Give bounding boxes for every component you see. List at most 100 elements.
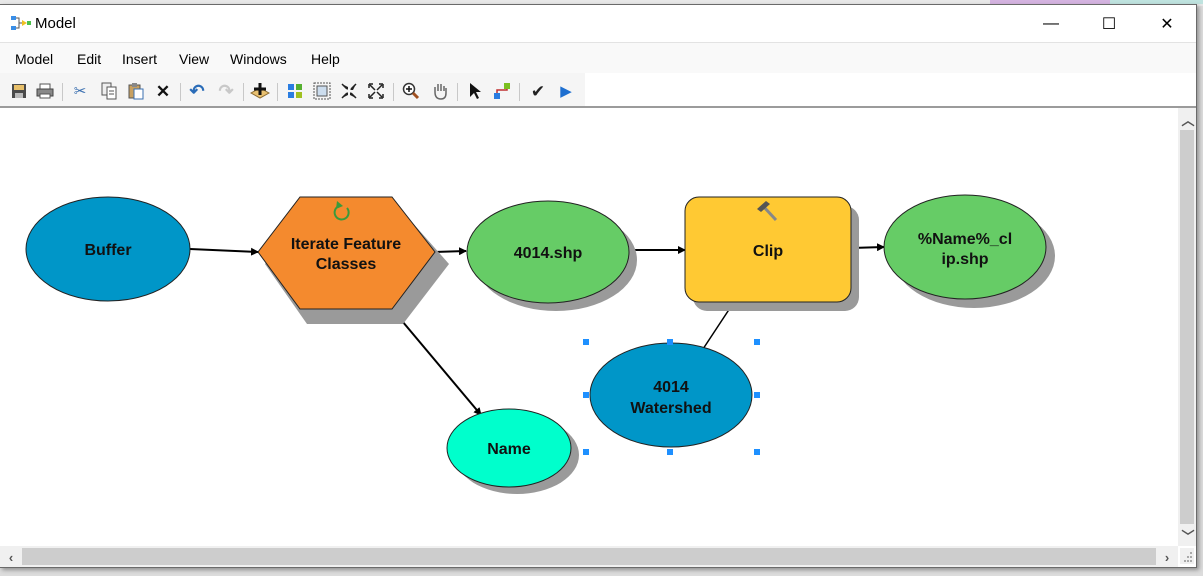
node-label: Watershed [630, 400, 711, 417]
scroll-left-button[interactable]: ‹ [2, 548, 20, 566]
node-label: Clip [753, 243, 783, 260]
fixed-zoom-in-button[interactable] [339, 81, 359, 101]
selection-handle[interactable] [583, 449, 589, 455]
menu-windows[interactable]: Windows [230, 51, 287, 67]
window-title: Model [35, 15, 76, 32]
selection-handle[interactable] [754, 392, 760, 398]
full-extent-icon [313, 82, 331, 100]
undo-icon: ↶ [189, 81, 205, 101]
selection-handle[interactable] [754, 339, 760, 345]
maximize-button[interactable]: ☐ [1080, 5, 1138, 42]
node-label: %Name%_cl [918, 231, 1012, 248]
node-label: Classes [316, 256, 377, 273]
zoom-in-button[interactable] [401, 81, 421, 101]
selection-handle[interactable] [583, 392, 589, 398]
selection-handle[interactable] [667, 449, 673, 455]
node-4014-shp[interactable]: 4014.shp [466, 200, 637, 311]
node-name[interactable]: Name [446, 408, 579, 494]
pan-icon [434, 84, 447, 100]
toolbar-separator [519, 83, 520, 101]
minimize-button[interactable]: — [1022, 5, 1080, 42]
fixed-zoom-out-icon [368, 83, 384, 99]
node-iterate-feature-classes[interactable]: Iterate Feature Classes [257, 196, 449, 324]
menu-bar: Model Edit Insert View Windows Help [0, 43, 1196, 73]
connection-buffer-iterate[interactable] [189, 247, 259, 256]
node-output-clip-shp[interactable]: %Name%_cl ip.shp [883, 194, 1055, 308]
vertical-scroll-thumb[interactable] [1180, 130, 1194, 524]
validate-icon: ✔ [530, 81, 546, 101]
menu-model[interactable]: Model [15, 51, 53, 67]
node-label: Buffer [84, 242, 131, 259]
toolbar-separator [180, 83, 181, 101]
close-button[interactable]: ✕ [1138, 5, 1196, 42]
connect-button[interactable] [492, 81, 512, 101]
auto-layout-icon [288, 84, 302, 98]
run-icon: ▶ [560, 82, 572, 100]
node-label: 4014.shp [514, 245, 583, 262]
selection-handle[interactable] [667, 339, 673, 345]
toolbar-separator [457, 83, 458, 101]
scroll-up-button[interactable]: ︿ [1179, 110, 1197, 128]
connect-icon [494, 83, 510, 99]
connection-iterate-name[interactable] [391, 308, 482, 416]
model-app-icon [11, 16, 31, 30]
node-buffer[interactable]: Buffer [25, 196, 191, 302]
paste-icon [128, 83, 144, 100]
add-data-icon [250, 83, 270, 99]
copy-icon [101, 82, 117, 100]
menu-edit[interactable]: Edit [77, 51, 101, 67]
delete-icon: ✕ [155, 81, 171, 101]
node-label: 4014 [653, 379, 689, 396]
run-button[interactable]: ▶ [556, 81, 576, 101]
node-clip[interactable]: Clip [684, 196, 859, 311]
print-icon [36, 83, 54, 99]
chevron-up-icon: ︿ [1181, 112, 1195, 128]
add-data-button[interactable] [250, 81, 270, 101]
toolbar-separator [62, 83, 63, 101]
scroll-right-button[interactable]: › [1158, 548, 1176, 566]
title-bar[interactable]: Model — ☐ ✕ [0, 5, 1196, 43]
chevron-down-icon: ﹀ [1181, 528, 1195, 544]
selection-handle[interactable] [583, 339, 589, 345]
print-button[interactable] [35, 81, 55, 101]
menu-view[interactable]: View [179, 51, 209, 67]
toolbar: ✂ ✕ ↶ ↷ ✔ ▶ [0, 73, 585, 106]
redo-button[interactable]: ↷ [216, 81, 236, 101]
save-icon [12, 84, 26, 98]
connection-iterate-shp4014[interactable] [433, 247, 467, 256]
model-canvas[interactable]: Buffer Iterate Feature Classes 4014.shp [0, 108, 1178, 546]
cut-button[interactable]: ✂ [70, 81, 90, 101]
node-label: Name [487, 441, 531, 458]
toolbar-separator [393, 83, 394, 101]
node-4014-watershed[interactable]: 4014 Watershed [583, 339, 760, 455]
model-diagram: Buffer Iterate Feature Classes 4014.shp [25, 194, 1055, 494]
full-extent-button[interactable] [312, 81, 332, 101]
chevron-right-icon: › [1164, 549, 1170, 565]
fixed-zoom-out-button[interactable] [366, 81, 386, 101]
menu-help[interactable]: Help [311, 51, 340, 67]
resize-grip[interactable] [1180, 548, 1194, 564]
select-button[interactable] [465, 81, 485, 101]
fixed-zoom-in-icon [341, 83, 357, 99]
redo-icon: ↷ [218, 81, 234, 101]
minimize-icon: — [1043, 14, 1059, 32]
menu-insert[interactable]: Insert [122, 51, 157, 67]
validate-button[interactable]: ✔ [528, 81, 548, 101]
cut-icon: ✂ [73, 82, 87, 100]
paste-button[interactable] [126, 81, 146, 101]
maximize-icon: ☐ [1101, 15, 1117, 33]
model-window: Model — ☐ ✕ Model Edit Insert View Windo… [0, 4, 1197, 568]
selection-handle[interactable] [754, 449, 760, 455]
save-button[interactable] [9, 81, 29, 101]
scroll-down-button[interactable]: ﹀ [1179, 526, 1197, 544]
auto-layout-button[interactable] [285, 81, 305, 101]
copy-button[interactable] [99, 81, 119, 101]
zoom-in-icon [402, 82, 420, 100]
toolbar-separator [243, 83, 244, 101]
undo-button[interactable]: ↶ [187, 81, 207, 101]
delete-button[interactable]: ✕ [153, 81, 173, 101]
pan-button[interactable] [430, 81, 450, 101]
node-label: ip.shp [941, 251, 988, 268]
resize-grip-icon [1184, 552, 1192, 562]
horizontal-scroll-thumb[interactable] [22, 548, 1156, 565]
